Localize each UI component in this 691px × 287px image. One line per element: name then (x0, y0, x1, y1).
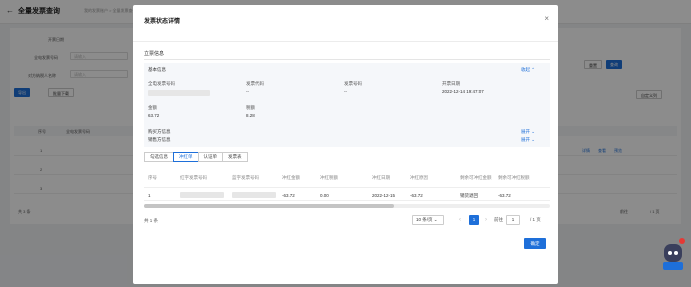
total-count: 共 1 条 (144, 218, 159, 223)
goto-input[interactable]: 1 (506, 215, 520, 225)
table-row: 1 -63.72 0.00 2022-12-15 -63.72 销货退回 -63… (144, 187, 550, 201)
tab-0[interactable]: 勾选信息 (144, 152, 174, 162)
buyer-info-label: 购买方信息 (148, 129, 171, 134)
field-label: 发票号码 (344, 81, 362, 86)
field-value: -- (344, 89, 347, 94)
field-label: 税额 (246, 105, 255, 110)
divider (144, 59, 550, 60)
expand-link[interactable]: 展开 ⌄ (521, 129, 535, 135)
basic-info-box: 基本信息 收起 ⌃ 全电发票号码 发票代码 -- 发票号码 -- 开票日期 20… (144, 63, 550, 147)
field-value: 8.28 (246, 113, 255, 118)
modal-title: 发票状态详情 (144, 19, 181, 25)
field-value: -- (246, 89, 249, 94)
redacted-value (232, 192, 276, 198)
seller-info-label: 销售方信息 (148, 137, 171, 142)
field-label: 发票代码 (246, 81, 264, 86)
tab-1[interactable]: 冲红单 (173, 152, 199, 162)
confirm-button[interactable]: 确定 (524, 238, 546, 249)
field-label: 金额 (148, 105, 157, 110)
field-label: 全电发票号码 (148, 81, 175, 86)
tab-3[interactable]: 发票表 (222, 152, 248, 162)
next-page-icon[interactable]: › (485, 215, 487, 225)
invoice-status-modal: 发票状态详情 × 立票信息 基本信息 收起 ⌃ 全电发票号码 发票代码 -- 发… (133, 5, 558, 284)
page-number[interactable]: 1 (469, 215, 479, 225)
assistant-avatar[interactable] (661, 238, 685, 272)
prev-page-icon[interactable]: ‹ (459, 215, 461, 225)
tab-2[interactable]: 认证单 (197, 152, 223, 162)
horizontal-scrollbar[interactable] (144, 204, 550, 208)
close-icon[interactable]: × (544, 14, 549, 23)
page-size-select[interactable]: 10 条/页 ⌄ (412, 215, 444, 225)
expand-link[interactable]: 展开 ⌄ (521, 137, 535, 143)
notification-badge (679, 238, 685, 244)
tab-bar: 勾选信息 冲红单 认证单 发票表 (144, 152, 248, 162)
page-suffix: / 1 页 (530, 217, 541, 222)
field-value: 63.72 (148, 113, 160, 118)
scroll-thumb[interactable] (144, 204, 394, 208)
collapse-link[interactable]: 收起 ⌃ (521, 67, 535, 73)
detail-table-header: 序号 红字发票号码 蓝字发票号码 冲红金额 冲红税额 冲红日期 冲红原因 剩余可… (148, 175, 530, 180)
field-value: 2022-12-14 19:47:07 (442, 89, 484, 94)
basic-info-label: 基本信息 (148, 67, 166, 72)
goto-label: 前往 (494, 217, 503, 222)
divider (133, 41, 558, 42)
section-title: 立票信息 (144, 51, 165, 57)
field-label: 开票日期 (442, 81, 460, 86)
redacted-value (148, 90, 210, 96)
redacted-value (180, 192, 224, 198)
